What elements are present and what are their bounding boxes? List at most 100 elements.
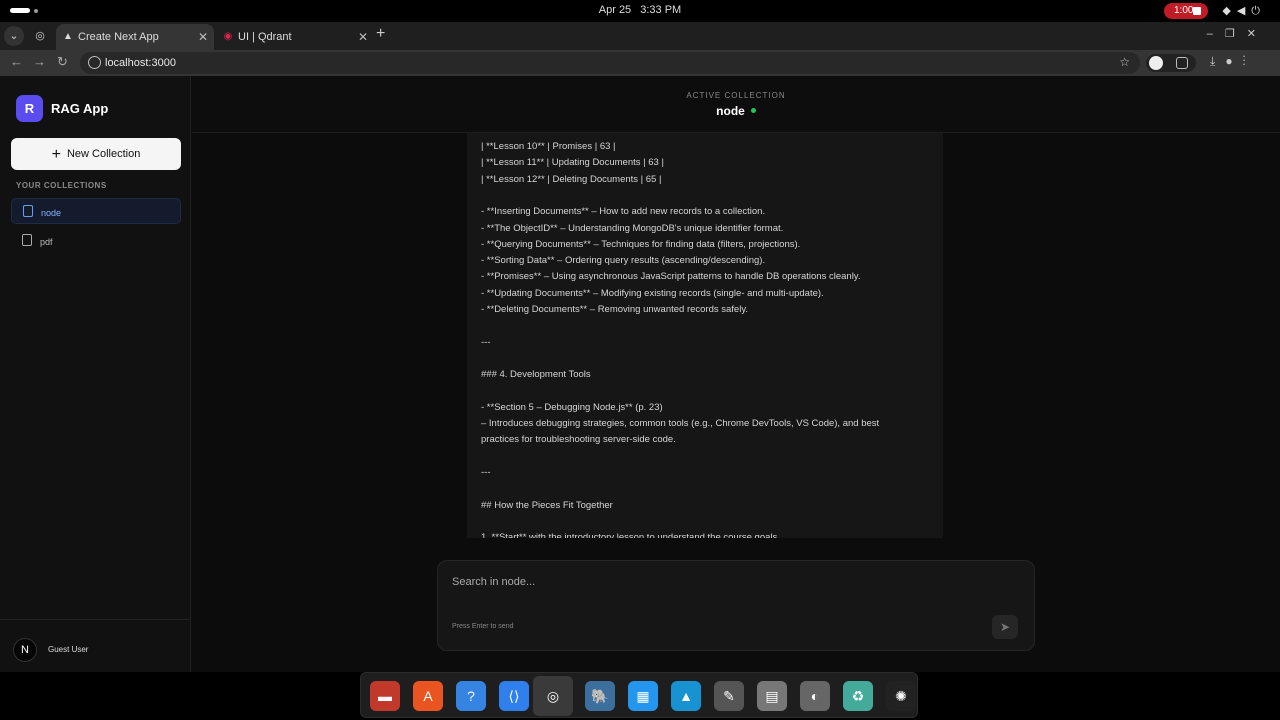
- system-top-bar: Apr 25 3:33 PM 1:00 ◆◀⏻: [0, 0, 1280, 22]
- message-line: practices for troubleshooting server-sid…: [481, 434, 676, 446]
- power-icon: ⏻: [1251, 5, 1266, 17]
- qdrant-favicon-icon: ◉: [223, 31, 233, 42]
- docker-icon[interactable]: ▦: [628, 681, 658, 711]
- new-collection-label: New Collection: [66, 148, 141, 160]
- collection-name: pdf: [40, 237, 53, 247]
- stop-icon: [1193, 7, 1201, 15]
- help-icon[interactable]: ?: [456, 681, 486, 711]
- search-input[interactable]: [452, 573, 992, 591]
- active-collection-label: ACTIVE COLLECTION: [686, 91, 786, 100]
- send-icon: ➤: [999, 620, 1011, 634]
- app-name: RAG App: [51, 101, 109, 116]
- message-line: - **Section 5 – Debugging Node.js** (p. …: [481, 401, 663, 413]
- collection-item-node[interactable]: node: [11, 198, 181, 224]
- clock-date: Apr 25: [598, 4, 632, 16]
- close-window-icon[interactable]: ✕: [1247, 28, 1268, 40]
- message-line: - **Sorting Data** – Ordering query resu…: [481, 255, 766, 267]
- browser-tools: ⤓●⋮: [1210, 54, 1256, 69]
- url-text[interactable]: localhost:3000: [105, 57, 176, 69]
- download-icon[interactable]: ⤓: [1210, 54, 1225, 68]
- app-center-icon[interactable]: A: [413, 681, 443, 711]
- main-panel: ACTIVE COLLECTION node | **Lesson 10** |…: [192, 76, 1280, 672]
- message-line: - **The ObjectID** – Understanding Mongo…: [481, 222, 784, 234]
- browser-tab-strip: ⌄ ◎ ▲ Create Next App ✕ ◉ UI | Qdrant ✕ …: [0, 22, 1280, 50]
- new-tab-icon[interactable]: +: [376, 25, 385, 43]
- close-tab-icon[interactable]: ✕: [198, 30, 208, 44]
- dock: ▬ A? ⟨⟩ ◎ 🐘 ▦ ▲ ✎ ▤ ◐ ♻ ✺: [360, 672, 918, 718]
- arch-icon[interactable]: ▲: [671, 681, 701, 711]
- tab-title: Create Next App: [78, 31, 159, 43]
- wifi-icon: ◆: [1222, 5, 1237, 17]
- back-icon[interactable]: ←: [10, 54, 23, 69]
- message-line: - **Updating Documents** – Modifying exi…: [481, 287, 824, 299]
- avatar: N: [13, 638, 37, 662]
- message-line: | **Lesson 11** | Updating Documents | 6…: [481, 157, 664, 169]
- message-line: ---: [481, 467, 491, 478]
- files-icon[interactable]: ▬: [370, 681, 400, 711]
- collections-section-label: YOUR COLLECTIONS: [16, 181, 107, 190]
- file-icon: [23, 205, 33, 217]
- chat-composer: Press Enter to send ➤: [437, 560, 1035, 651]
- close-tab-icon[interactable]: ✕: [358, 30, 368, 44]
- message-line: | **Lesson 12** | Deleting Documents | 6…: [481, 173, 662, 185]
- message-line: 1. **Start** with the introductory lesso…: [481, 532, 780, 538]
- nextjs-favicon-icon: ▲: [63, 31, 73, 42]
- user-name: Guest User: [48, 645, 89, 654]
- vscode-icon[interactable]: ⟨⟩: [499, 681, 529, 711]
- bookmark-star-icon[interactable]: ☆: [1119, 55, 1130, 69]
- message-line: ---: [481, 336, 491, 348]
- collection-header: ACTIVE COLLECTION node: [192, 76, 1280, 133]
- profile-icon[interactable]: [1149, 56, 1163, 70]
- tab-create-next-app[interactable]: ▲ Create Next App ✕: [56, 24, 214, 50]
- message-line: ### 4. Development Tools: [481, 369, 591, 381]
- system-clock[interactable]: Apr 25 3:33 PM: [0, 4, 1280, 16]
- composer-hint: Press Enter to send: [452, 623, 514, 630]
- plus-icon: +: [51, 146, 61, 163]
- send-button[interactable]: ➤: [992, 615, 1018, 639]
- record-time: 1:00: [1174, 5, 1194, 16]
- address-bar[interactable]: localhost:3000 ☆: [80, 52, 1140, 74]
- tab-search-button[interactable]: ⌄: [4, 26, 24, 46]
- message-line: - **Deleting Documents** – Removing unwa…: [481, 304, 749, 315]
- chrome-icon[interactable]: ◎: [533, 676, 573, 716]
- postgres-icon[interactable]: 🐘: [585, 681, 615, 711]
- ubuntu-icon[interactable]: ✺: [886, 681, 916, 711]
- message-line: ## How the Pieces Fit Together: [481, 499, 613, 511]
- profile-extensions[interactable]: [1146, 54, 1196, 72]
- chrome-icon[interactable]: ◎: [30, 26, 50, 46]
- minimize-icon[interactable]: –: [1207, 28, 1225, 40]
- file-icon: [22, 234, 32, 246]
- active-collection-name: node: [192, 104, 1280, 118]
- browser-toolbar: ← → ↻ localhost:3000 ☆ ⤓●⋮: [0, 50, 1280, 76]
- collection-name: node: [41, 208, 62, 218]
- account-icon[interactable]: ●: [1225, 54, 1242, 68]
- collection-item-pdf[interactable]: pdf: [11, 228, 181, 254]
- screen-record-indicator[interactable]: 1:00: [1164, 3, 1208, 19]
- site-info-icon[interactable]: [88, 56, 101, 69]
- tab-qdrant[interactable]: ◉ UI | Qdrant ✕: [216, 24, 374, 50]
- clock-time: 3:33 PM: [640, 4, 682, 16]
- window-controls[interactable]: –❐✕: [1207, 27, 1268, 40]
- maximize-icon[interactable]: ❐: [1225, 28, 1247, 40]
- trash-icon[interactable]: ♻: [843, 681, 873, 711]
- system-tray[interactable]: ◆◀⏻: [1222, 4, 1266, 18]
- notes-icon[interactable]: ✎: [714, 681, 744, 711]
- office-icon[interactable]: ▤: [757, 681, 787, 711]
- message-line: | **Lesson 10** | Promises | 63 |: [481, 141, 616, 152]
- message-line: - **Inserting Documents** – How to add n…: [481, 206, 766, 218]
- sidebar: R RAG App + New Collection YOUR COLLECTIO…: [0, 76, 191, 672]
- status-dot-icon: [750, 108, 756, 113]
- collection-title: node: [716, 104, 745, 118]
- reload-icon[interactable]: ↻: [57, 54, 68, 70]
- volume-icon: ◀: [1236, 5, 1252, 17]
- message-line: - **Querying Documents** – Techniques fo…: [481, 238, 801, 250]
- forward-icon[interactable]: →: [33, 54, 46, 69]
- message-line: - **Promises** – Using asynchronous Java…: [481, 271, 861, 283]
- new-collection-button[interactable]: + New Collection: [11, 138, 181, 170]
- rag-app: R RAG App + New Collection YOUR COLLECTIO…: [0, 76, 1280, 672]
- extensions-icon[interactable]: [1176, 57, 1188, 69]
- disk-icon[interactable]: ◐: [800, 681, 830, 711]
- menu-icon[interactable]: ⋮: [1243, 54, 1256, 68]
- user-profile[interactable]: N Guest User: [0, 619, 191, 672]
- assistant-message: | **Lesson 10** | Promises | 63 | | **Les…: [467, 133, 943, 538]
